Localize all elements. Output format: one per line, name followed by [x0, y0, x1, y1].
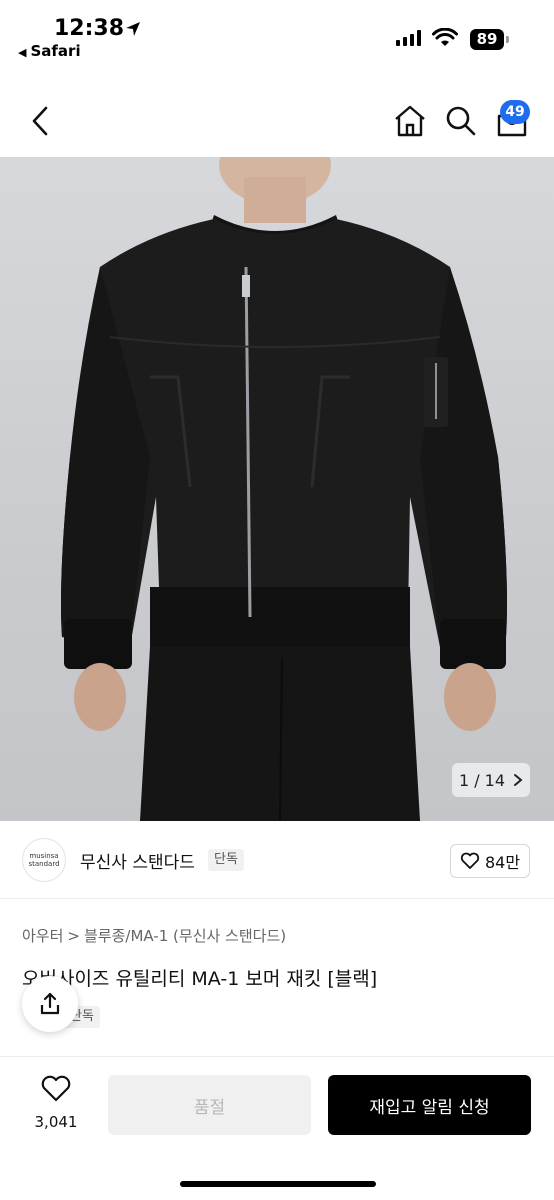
status-time: 12:38	[54, 16, 125, 41]
breadcrumb: 아우터 > 블루종/MA-1 (무신사 스탠다드)	[22, 925, 286, 946]
breadcrumb-item-outer[interactable]: 아우터	[22, 927, 63, 945]
restock-alert-button[interactable]: 재입고 알림 신청	[328, 1075, 531, 1135]
back-app-label: Safari	[30, 42, 81, 60]
breadcrumb-sep: >	[67, 927, 80, 945]
jacket-photo	[61, 157, 507, 821]
cellular-signal-icon	[396, 30, 421, 46]
share-icon	[40, 992, 60, 1015]
back-triangle-icon: ◀	[18, 46, 27, 59]
brand-logo[interactable]: musinsa standard	[22, 838, 66, 882]
nav-bar	[0, 86, 554, 156]
cart-count-badge: 49	[500, 100, 530, 124]
image-page-indicator[interactable]: 1 / 14	[452, 763, 530, 797]
battery-tip	[506, 36, 509, 43]
back-to-app-link[interactable]: ◀ Safari	[18, 42, 81, 60]
share-button[interactable]	[22, 976, 78, 1032]
section-divider	[0, 898, 554, 899]
wishlist-count: 3,041	[34, 1113, 78, 1131]
brand-logo-text-1: musinsa	[29, 852, 59, 860]
heart-icon	[460, 852, 480, 869]
wishlist-button[interactable]: 3,041	[28, 1075, 84, 1131]
brand-row: musinsa standard 무신사 스탠다드 단독 84만	[0, 822, 554, 898]
brand-logo-text-2: standard	[28, 860, 60, 868]
product-image[interactable]	[0, 157, 554, 821]
brand-name[interactable]: 무신사 스탠다드	[80, 848, 195, 873]
status-bar: 12:38 ◀ Safari 89	[0, 0, 554, 70]
back-chevron-icon[interactable]	[24, 104, 56, 138]
heart-outline-icon	[41, 1075, 71, 1102]
home-indicator	[180, 1181, 376, 1187]
brand-like-button[interactable]: 84만	[450, 844, 530, 878]
search-icon[interactable]	[444, 104, 478, 138]
chevron-right-icon	[514, 774, 523, 786]
brand-exclusive-badge: 단독	[208, 849, 244, 871]
bottom-action-bar: 3,041 품절 재입고 알림 신청	[0, 1056, 554, 1200]
location-arrow-icon	[126, 22, 140, 36]
breadcrumb-item-blouson[interactable]: 블루종/MA-1 (무신사 스탠다드)	[84, 927, 286, 945]
product-title: 오버사이즈 유틸리티 MA-1 보머 재킷 [블랙]	[22, 968, 378, 990]
wifi-icon	[432, 28, 458, 46]
page-indicator-text: 1 / 14	[458, 770, 506, 790]
brand-like-count: 84만	[484, 853, 521, 872]
home-icon[interactable]	[392, 104, 428, 138]
battery-indicator: 89	[470, 29, 504, 50]
soldout-button: 품절	[108, 1075, 311, 1135]
